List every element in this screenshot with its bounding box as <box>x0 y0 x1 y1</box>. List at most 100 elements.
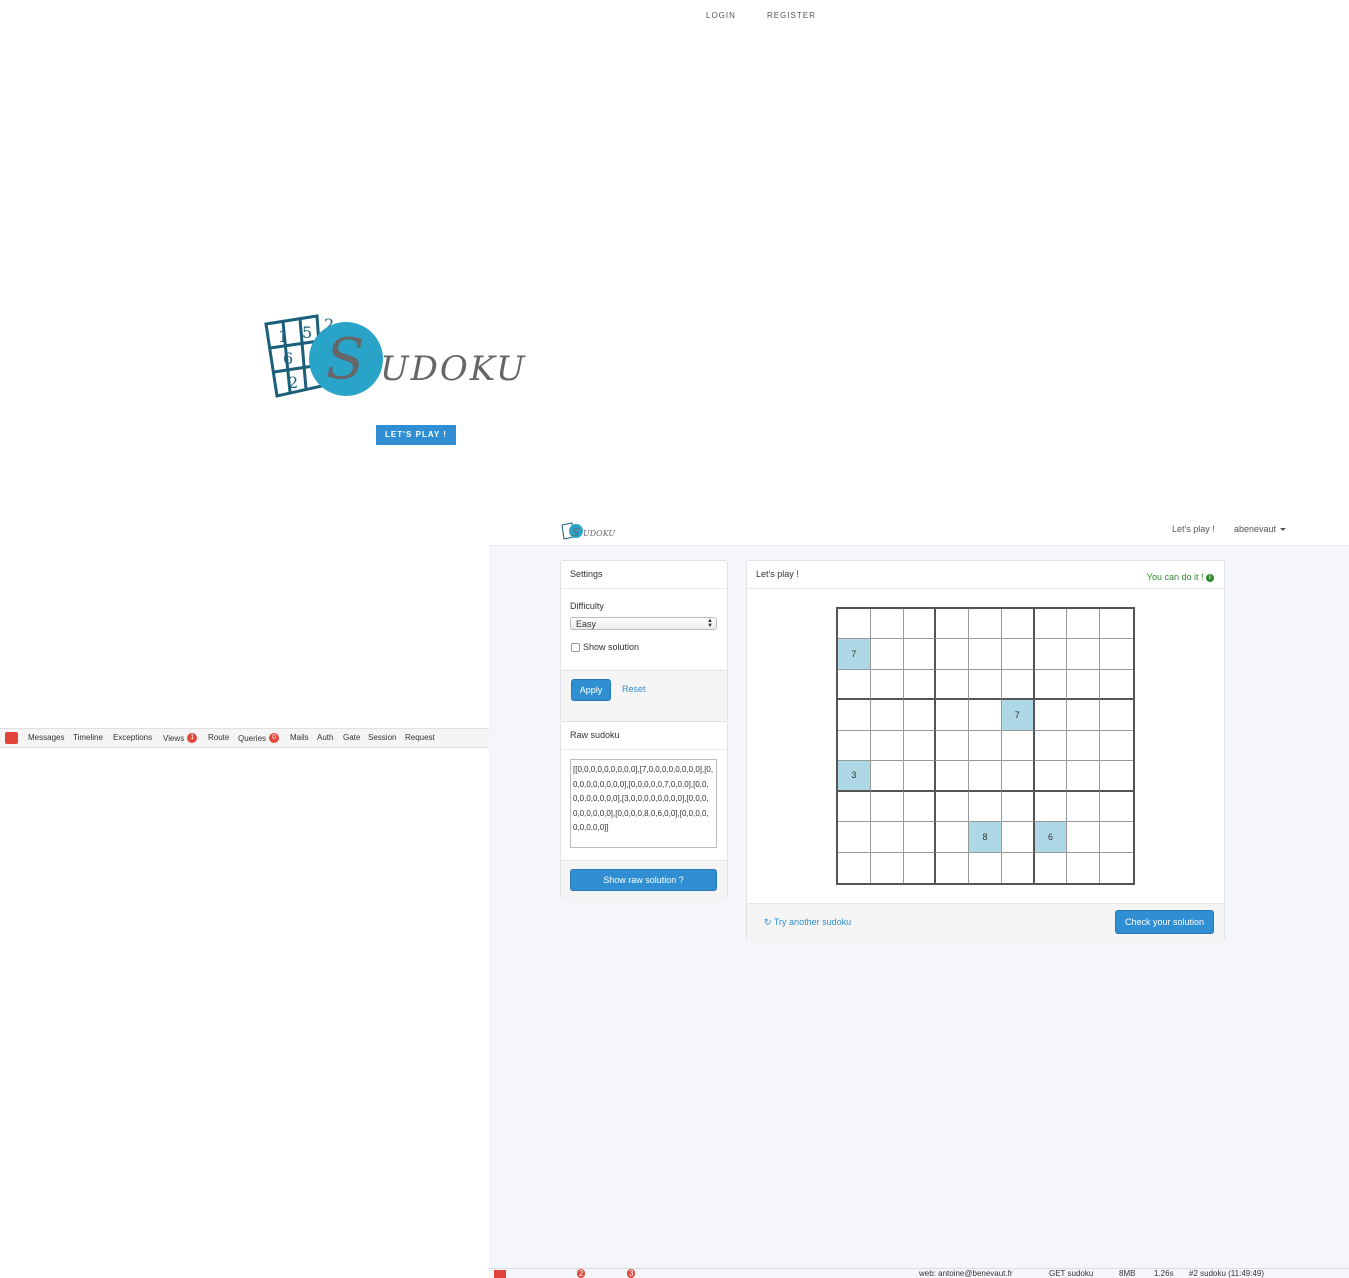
sudoku-cell[interactable] <box>969 639 1002 670</box>
sudoku-cell[interactable] <box>936 639 970 670</box>
sudoku-cell[interactable] <box>936 669 970 701</box>
sudoku-cell[interactable] <box>903 791 937 823</box>
sudoku-cell[interactable] <box>1100 609 1133 640</box>
sudoku-cell[interactable] <box>1067 639 1101 670</box>
sudoku-cell[interactable] <box>1100 761 1133 792</box>
sudoku-cell[interactable] <box>969 791 1002 823</box>
sudoku-cell[interactable] <box>838 852 871 883</box>
sudoku-cell[interactable] <box>1034 639 1068 670</box>
sudoku-cell[interactable] <box>903 669 937 701</box>
sudoku-cell[interactable] <box>1100 822 1133 853</box>
sudoku-cell[interactable] <box>1035 852 1068 883</box>
sudoku-cell[interactable] <box>870 700 904 731</box>
sudoku-cell[interactable] <box>1001 791 1035 823</box>
sudoku-cell[interactable] <box>903 761 937 792</box>
sudoku-cell[interactable] <box>1001 669 1035 701</box>
sudoku-cell[interactable] <box>838 669 871 701</box>
sudoku-cell[interactable] <box>969 609 1002 640</box>
sudoku-cell[interactable] <box>1100 700 1133 731</box>
sudoku-cell[interactable] <box>1034 609 1068 640</box>
sudoku-cell[interactable] <box>871 852 904 883</box>
sudoku-cell[interactable] <box>870 609 904 640</box>
raw-sudoku-textarea[interactable]: [[0,0,0,0,0,0,0,0,0],[7,0,0,0,0,0,0,0,0]… <box>570 759 717 848</box>
sudoku-cell[interactable] <box>1100 670 1133 701</box>
check-solution-button[interactable]: Check your solution <box>1115 910 1214 934</box>
sudoku-cell[interactable] <box>936 822 970 853</box>
debugbar-logo-icon[interactable] <box>5 732 18 744</box>
sudoku-cell[interactable] <box>838 700 871 731</box>
sudoku-cell[interactable] <box>1034 730 1068 762</box>
sudoku-cell[interactable] <box>838 609 871 640</box>
sudoku-cell[interactable] <box>1067 669 1101 701</box>
login-link[interactable]: LOGIN <box>706 11 736 20</box>
sudoku-cell[interactable] <box>936 609 970 640</box>
sudoku-cell[interactable] <box>969 761 1002 792</box>
sudoku-cell[interactable] <box>1067 791 1101 823</box>
sudoku-cell[interactable] <box>838 791 871 823</box>
user-menu[interactable]: abenevaut <box>1234 524 1287 534</box>
mini-sudoku-logo[interactable]: S UDOKU <box>560 522 620 540</box>
sudoku-cell[interactable] <box>1001 609 1035 640</box>
debugbar-tab-route[interactable]: Route <box>208 733 229 742</box>
show-solution-checkbox[interactable] <box>571 643 580 652</box>
debugbar-tab-session[interactable]: Session <box>368 733 396 742</box>
sudoku-cell[interactable] <box>1067 852 1101 883</box>
sudoku-cell[interactable] <box>870 730 904 762</box>
sudoku-cell[interactable] <box>1100 731 1133 762</box>
debugbar-tab-timeline[interactable]: Timeline <box>73 733 103 742</box>
sudoku-cell[interactable] <box>1034 669 1068 701</box>
sudoku-cell[interactable] <box>936 700 970 731</box>
sudoku-cell[interactable] <box>1067 730 1101 762</box>
debugbar-tab-views[interactable]: Views 1 <box>163 733 198 743</box>
sudoku-cell[interactable] <box>1067 700 1101 731</box>
sudoku-cell[interactable] <box>1100 792 1133 823</box>
debugbar-tab-gate[interactable]: Gate <box>343 733 360 742</box>
sudoku-cell[interactable] <box>969 700 1002 731</box>
sudoku-cell[interactable] <box>936 791 970 823</box>
debugbar-tab-exceptions[interactable]: Exceptions <box>113 733 152 742</box>
sudoku-cell[interactable] <box>969 852 1002 883</box>
sudoku-cell[interactable] <box>870 669 904 701</box>
sudoku-cell[interactable] <box>904 852 937 883</box>
sudoku-cell[interactable] <box>870 639 904 670</box>
sudoku-cell[interactable] <box>1001 639 1035 670</box>
sudoku-cell[interactable] <box>936 761 970 792</box>
reset-link[interactable]: Reset <box>622 684 646 694</box>
try-another-link[interactable]: ↻ Try another sudoku <box>764 917 851 928</box>
register-link[interactable]: REGISTER <box>767 11 816 20</box>
sudoku-cell[interactable] <box>1001 822 1035 853</box>
sudoku-cell[interactable] <box>1034 791 1068 823</box>
sudoku-cell[interactable] <box>1067 761 1101 792</box>
debugbar-tab-queries[interactable]: Queries 0 <box>238 733 280 743</box>
sudoku-cell[interactable] <box>1034 761 1068 792</box>
sudoku-cell[interactable] <box>1067 609 1101 640</box>
show-solution-label[interactable]: Show solution <box>583 642 639 652</box>
sudoku-cell[interactable] <box>1100 853 1133 883</box>
debugbar-tab-auth[interactable]: Auth <box>317 733 333 742</box>
sudoku-cell[interactable] <box>1001 761 1035 792</box>
debugbar-tab-mails[interactable]: Mails <box>290 733 309 742</box>
debugbar-tab-request[interactable]: Request <box>405 733 435 742</box>
apply-button[interactable]: Apply <box>571 679 611 701</box>
sudoku-cell[interactable] <box>870 822 904 853</box>
sudoku-cell[interactable] <box>936 852 970 883</box>
sudoku-cell[interactable] <box>1034 700 1068 731</box>
difficulty-select[interactable]: Easy ▲ ▼ <box>570 617 717 630</box>
sudoku-cell[interactable] <box>870 791 904 823</box>
debugbar-tab-messages[interactable]: Messages <box>28 733 64 742</box>
sudoku-cell[interactable] <box>903 822 937 853</box>
sudoku-cell[interactable] <box>903 639 937 670</box>
sudoku-cell[interactable] <box>1002 852 1035 883</box>
sudoku-cell[interactable] <box>936 730 970 762</box>
sudoku-cell[interactable] <box>903 730 937 762</box>
lets-play-button[interactable]: LET'S PLAY ! <box>376 425 456 445</box>
show-raw-solution-button[interactable]: Show raw solution ? <box>570 869 717 891</box>
sudoku-cell[interactable] <box>1067 822 1101 853</box>
sudoku-cell[interactable] <box>969 669 1002 701</box>
sudoku-cell[interactable] <box>903 609 937 640</box>
sudoku-cell[interactable] <box>870 761 904 792</box>
sudoku-cell[interactable] <box>1001 730 1035 762</box>
sudoku-cell[interactable] <box>1100 639 1133 670</box>
sudoku-cell[interactable] <box>969 730 1002 762</box>
header-lets-play-link[interactable]: Let's play ! <box>1172 524 1215 534</box>
